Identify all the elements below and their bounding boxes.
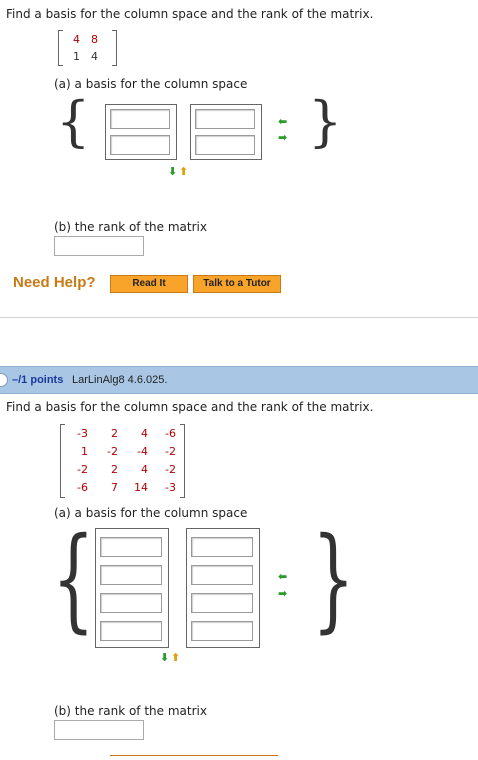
q1-rank-input[interactable] xyxy=(54,236,144,256)
q2-v2-entry-3[interactable] xyxy=(191,593,253,613)
q1-v1-entry-1[interactable] xyxy=(110,109,170,129)
q1-part-b-label: (b) the rank of the matrix xyxy=(54,220,207,234)
q1-vector-1 xyxy=(105,104,177,160)
q2-matrix-cell: 7 xyxy=(111,481,118,494)
q2-matrix-cell: 2 xyxy=(111,463,118,476)
q2-v1-entry-4[interactable] xyxy=(100,621,162,641)
q1-matrix-cell: 1 xyxy=(73,50,80,63)
q2-matrix-cell: -2 xyxy=(165,445,176,458)
q1-right-brace: } xyxy=(308,90,343,153)
talk-to-tutor-button[interactable]: Talk to a Tutor xyxy=(193,275,281,293)
divider xyxy=(0,317,478,318)
q1-part-a-label: (a) a basis for the column space xyxy=(54,77,248,91)
q1-vector-2 xyxy=(190,104,262,160)
remove-column-arrow-icon[interactable]: ⬅ xyxy=(278,116,287,127)
q1-matrix-cell: 4 xyxy=(91,50,98,63)
q2-right-brace: } xyxy=(312,514,355,644)
q1-matrix-cell: 8 xyxy=(91,33,98,46)
next-help-buttons-edge xyxy=(110,755,278,760)
q2-rank-input[interactable] xyxy=(54,720,144,740)
add-column-arrow-icon[interactable]: ➡ xyxy=(278,588,287,599)
q1-matrix-left-bracket xyxy=(58,30,63,66)
q2-matrix-cell: 2 xyxy=(111,427,118,440)
remove-row-arrow-icon[interactable]: ⬆ xyxy=(179,166,188,177)
q2-vector-1 xyxy=(95,528,169,648)
read-it-label: Read It xyxy=(132,278,166,289)
q2-left-brace: { xyxy=(52,514,95,644)
q2-matrix-right-bracket xyxy=(180,424,185,498)
q1-matrix-cell: 4 xyxy=(73,33,80,46)
points-label: –/1 points xyxy=(12,374,64,386)
q2-v1-entry-1[interactable] xyxy=(100,537,162,557)
q2-matrix-cell: 4 xyxy=(141,463,148,476)
q2-v1-entry-2[interactable] xyxy=(100,565,162,585)
q2-v2-entry-1[interactable] xyxy=(191,537,253,557)
q2-matrix-cell: -6 xyxy=(77,481,88,494)
q1-v2-entry-2[interactable] xyxy=(195,135,255,155)
q2-v2-entry-4[interactable] xyxy=(191,621,253,641)
talk-to-tutor-label: Talk to a Tutor xyxy=(203,278,271,289)
q2-vector-2 xyxy=(186,528,260,648)
q1-prompt: Find a basis for the column space and th… xyxy=(6,7,374,21)
q1-left-brace: { xyxy=(56,90,91,153)
q2-matrix-cell: -2 xyxy=(165,463,176,476)
add-row-arrow-icon[interactable]: ⬇ xyxy=(160,652,169,663)
remove-column-arrow-icon[interactable]: ⬅ xyxy=(278,571,287,582)
remove-row-arrow-icon[interactable]: ⬆ xyxy=(171,652,180,663)
q2-matrix-cell: 14 xyxy=(134,481,148,494)
q2-matrix-cell: 4 xyxy=(141,427,148,440)
q2-matrix-cell: -4 xyxy=(137,445,148,458)
q2-matrix-cell: -2 xyxy=(107,445,118,458)
add-column-arrow-icon[interactable]: ➡ xyxy=(278,132,287,143)
q2-v1-entry-3[interactable] xyxy=(100,593,162,613)
q1-v2-entry-1[interactable] xyxy=(195,109,255,129)
q2-matrix-cell: -2 xyxy=(77,463,88,476)
q2-matrix-cell: -6 xyxy=(165,427,176,440)
add-row-arrow-icon[interactable]: ⬇ xyxy=(168,166,177,177)
q2-matrix-left-bracket xyxy=(60,424,65,498)
q2-part-b-label: (b) the rank of the matrix xyxy=(54,704,207,718)
q2-prompt: Find a basis for the column space and th… xyxy=(6,400,374,414)
q1-matrix-right-bracket xyxy=(112,30,117,66)
q2-v2-entry-2[interactable] xyxy=(191,565,253,585)
need-help-label: Need Help? xyxy=(13,274,96,291)
q1-v1-entry-2[interactable] xyxy=(110,135,170,155)
q2-matrix-cell: 1 xyxy=(81,445,88,458)
q2-matrix-cell: -3 xyxy=(165,481,176,494)
problem-code: LarLinAlg8 4.6.025. xyxy=(72,374,168,386)
read-it-button[interactable]: Read It xyxy=(110,275,188,293)
q2-matrix-cell: -3 xyxy=(77,427,88,440)
